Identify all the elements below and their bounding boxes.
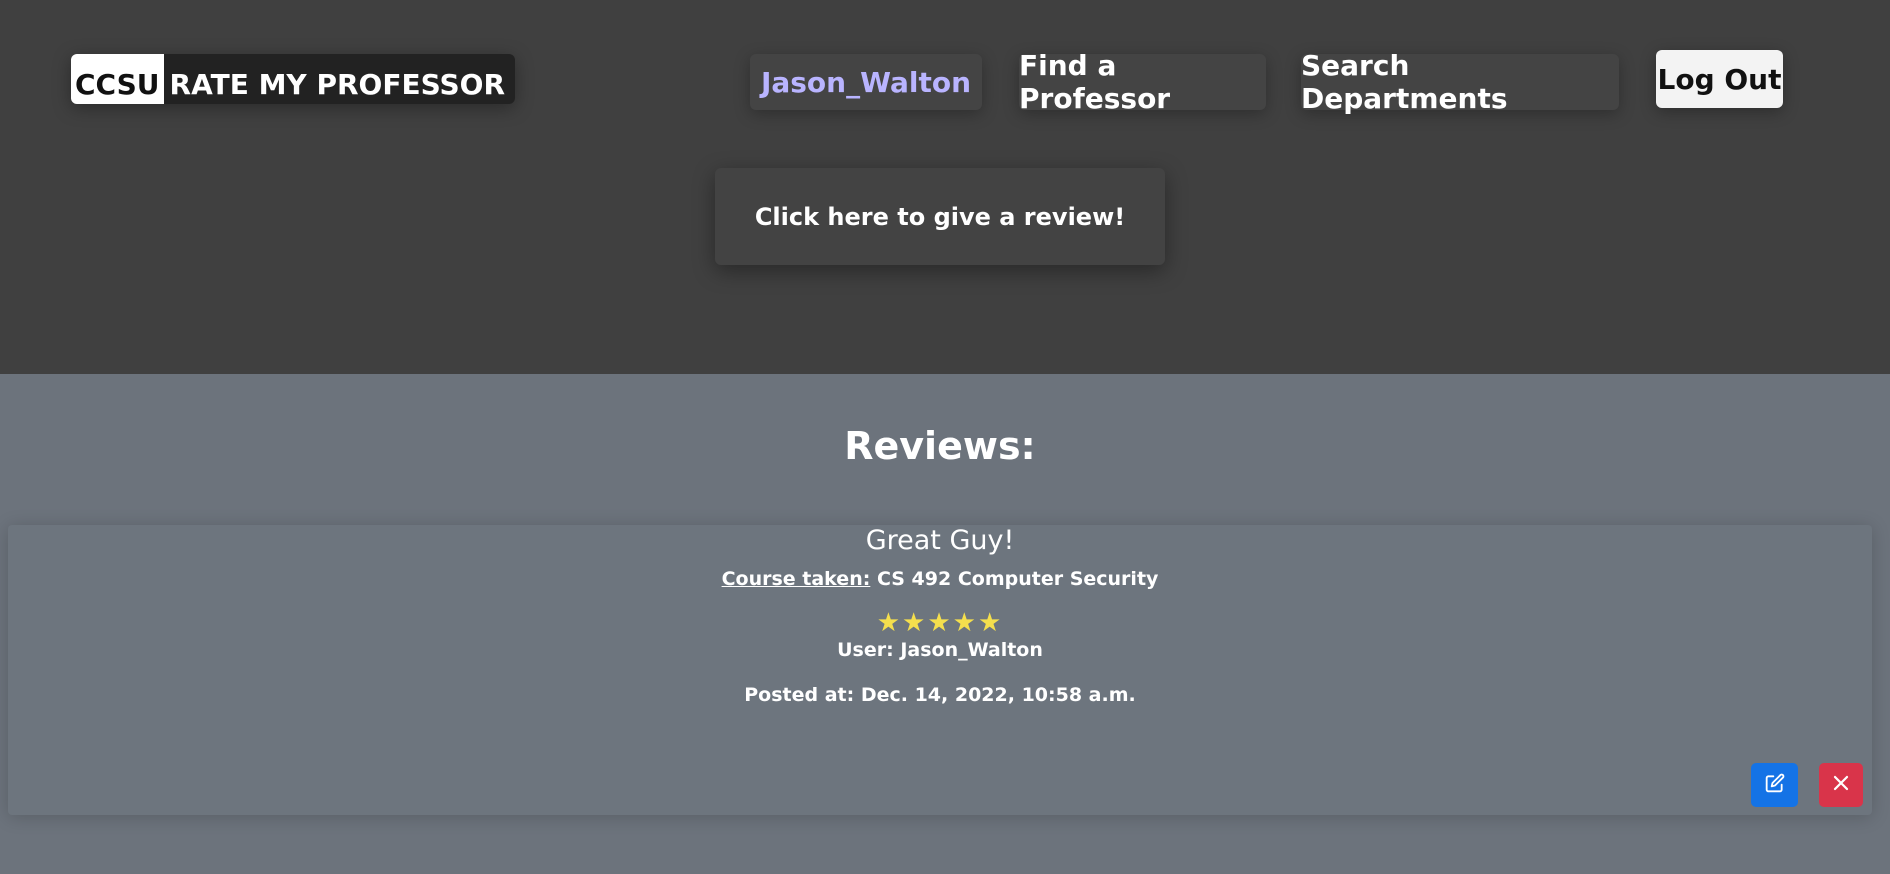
nav-user-link[interactable]: Jason_Walton [750, 54, 982, 110]
review-card: Great Guy! Course taken: CS 492 Computer… [8, 525, 1872, 815]
review-course: Course taken: CS 492 Computer Security [8, 568, 1872, 590]
course-value: CS 492 Computer Security [876, 568, 1159, 590]
close-icon [1832, 774, 1850, 796]
edit-review-button[interactable] [1751, 763, 1798, 807]
site-logo[interactable]: CCSU RATE MY PROFESSOR [71, 54, 516, 104]
review-posted: Posted at: Dec. 14, 2022, 10:58 a.m. [744, 684, 1136, 706]
give-review-button[interactable]: Click here to give a review! [715, 168, 1165, 265]
course-label: Course taken: [721, 568, 871, 590]
logout-button[interactable]: Log Out [1656, 50, 1783, 108]
logo-title: RATE MY PROFESSOR [163, 54, 516, 104]
logo-ccsu: CCSU [71, 54, 164, 104]
reviews-heading: Reviews: [844, 424, 1036, 468]
review-user: User: Jason_Walton [837, 639, 1043, 661]
review-title: Great Guy! [865, 525, 1015, 556]
nav-search-departments[interactable]: Search Departments [1301, 49, 1619, 115]
header: CCSU RATE MY PROFESSOR Jason_Walton Find… [0, 0, 1890, 374]
delete-review-button[interactable] [1819, 763, 1863, 807]
edit-icon [1765, 773, 1785, 797]
nav-find-professor[interactable]: Find a Professor [1019, 49, 1266, 115]
star-rating: ★★★★★ [876, 608, 1004, 638]
